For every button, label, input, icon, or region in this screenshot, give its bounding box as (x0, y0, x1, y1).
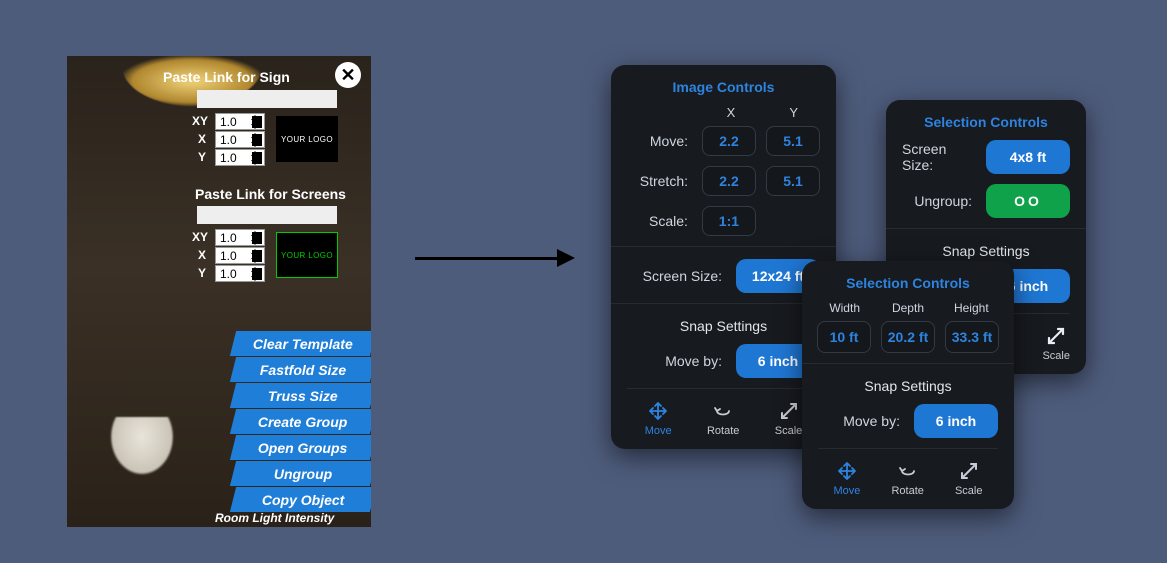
arrow-right-icon (557, 249, 575, 267)
panel-title: Image Controls (627, 79, 820, 95)
create-group-button[interactable]: Create Group (230, 409, 371, 434)
move-tool[interactable]: Move (645, 401, 672, 437)
ungroup-button[interactable]: Ungroup (230, 461, 371, 486)
screens-x-stepper[interactable]: 1.0 (215, 247, 265, 264)
scale-icon (1046, 326, 1066, 346)
panel-title: Selection Controls (902, 114, 1070, 130)
ungroup-button[interactable]: OO (986, 184, 1070, 218)
sign-xy-stepper[interactable]: 1.0 (215, 113, 265, 130)
sign-link-input[interactable] (197, 90, 337, 108)
axis-x-label: X (198, 132, 206, 146)
move-by-label: Move by: (665, 353, 722, 369)
close-button[interactable]: ✕ (335, 62, 361, 88)
snap-settings-title: Snap Settings (818, 378, 998, 394)
move-y-input[interactable]: 5.1 (766, 126, 820, 156)
axis-y-label-2: Y (198, 266, 206, 280)
fastfold-size-button[interactable]: Fastfold Size (230, 357, 371, 382)
panel-title: Selection Controls (818, 275, 998, 291)
screen-size-button[interactable]: 4x8 ft (986, 140, 1070, 174)
truss-size-button[interactable]: Truss Size (230, 383, 371, 408)
axis-x-label-2: X (198, 248, 206, 262)
sign-y-stepper[interactable]: 1.0 (215, 149, 265, 166)
width-header: Width (818, 301, 871, 315)
table-render (67, 417, 217, 527)
screen-size-label: Screen Size: (902, 141, 972, 173)
transition-arrow (415, 238, 575, 278)
clear-template-button[interactable]: Clear Template (230, 331, 371, 356)
paste-sign-label: Paste Link for Sign (163, 69, 290, 85)
rotate-icon (898, 461, 918, 481)
axis-xy-label-2: XY (192, 230, 208, 244)
x-header: X (727, 105, 736, 120)
stretch-x-input[interactable]: 2.2 (702, 166, 756, 196)
selection-controls-panel-b: Selection Controls Width Depth Height 10… (802, 261, 1014, 509)
snap-settings-title: Snap Settings (902, 243, 1070, 259)
screens-y-stepper[interactable]: 1.0 (215, 265, 265, 282)
height-input[interactable]: 33.3 ft (945, 321, 999, 353)
scale-tool[interactable]: Scale (955, 461, 983, 497)
move-icon (837, 461, 857, 481)
move-by-button[interactable]: 6 inch (914, 404, 998, 438)
legacy-controls-panel: ✕ Paste Link for Sign XY X Y 1.0 1.0 1.0… (67, 56, 371, 527)
scale-label: Scale: (649, 213, 688, 229)
scale-input[interactable]: 1:1 (702, 206, 756, 236)
rotate-tool[interactable]: Rotate (891, 461, 923, 497)
move-tool[interactable]: Move (834, 461, 861, 497)
rotate-tool[interactable]: Rotate (707, 401, 739, 437)
screen-size-label: Screen Size: (643, 268, 722, 284)
room-light-label: Room Light Intensity (215, 511, 334, 525)
move-label: Move: (650, 133, 688, 149)
snap-settings-title: Snap Settings (627, 318, 820, 334)
screens-logo-preview: YOUR LOGO (276, 232, 338, 278)
open-groups-button[interactable]: Open Groups (230, 435, 371, 460)
screens-link-input[interactable] (197, 206, 337, 224)
paste-screens-label: Paste Link for Screens (195, 186, 346, 202)
scale-icon (959, 461, 979, 481)
depth-header: Depth (881, 301, 934, 315)
axis-y-label: Y (198, 150, 206, 164)
stretch-label: Stretch: (640, 173, 688, 189)
stretch-y-input[interactable]: 5.1 (766, 166, 820, 196)
move-icon (648, 401, 668, 421)
close-icon: ✕ (340, 65, 355, 86)
y-header: Y (789, 105, 798, 120)
scale-tool[interactable]: Scale (775, 401, 803, 437)
sign-logo-preview: YOUR LOGO (276, 116, 338, 162)
move-x-input[interactable]: 2.2 (702, 126, 756, 156)
scale-icon (779, 401, 799, 421)
sign-x-stepper[interactable]: 1.0 (215, 131, 265, 148)
axis-xy-label: XY (192, 114, 208, 128)
ungroup-label: Ungroup: (914, 193, 972, 209)
screens-xy-stepper[interactable]: 1.0 (215, 229, 265, 246)
scale-tool[interactable]: Scale (1042, 326, 1070, 362)
depth-input[interactable]: 20.2 ft (881, 321, 935, 353)
copy-object-button[interactable]: Copy Object (230, 487, 371, 512)
move-by-label: Move by: (843, 413, 900, 429)
height-header: Height (945, 301, 998, 315)
width-input[interactable]: 10 ft (817, 321, 871, 353)
rotate-icon (713, 401, 733, 421)
